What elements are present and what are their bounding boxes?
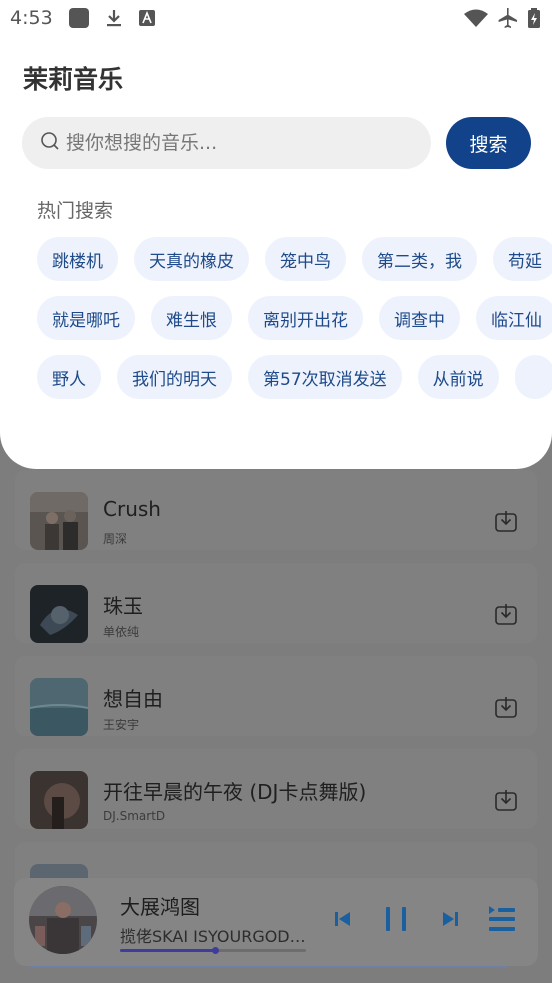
hot-search-chip[interactable]: 天真的橡皮 <box>134 237 249 281</box>
song-title: 开往早晨的午夜 (DJ卡点舞版) <box>103 780 367 804</box>
hot-search-chip[interactable]: 第57次取消发送 <box>248 355 402 399</box>
song-title: 珠玉 <box>103 594 143 618</box>
next-icon[interactable] <box>440 909 460 929</box>
notification-app-icon <box>68 7 90 29</box>
hot-search-chip[interactable]: 笼中鸟 <box>265 237 346 281</box>
hot-search-chip[interactable]: 调查中 <box>379 296 460 340</box>
hot-search-row-3: 野人 我们的明天 第57次取消发送 从前说 <box>37 355 552 399</box>
hot-search-chip[interactable]: 野人 <box>37 355 101 399</box>
pause-icon[interactable] <box>383 905 409 933</box>
download-icon[interactable] <box>495 603 517 625</box>
song-item[interactable]: Crush 周深 <box>15 470 537 550</box>
song-cover <box>30 678 88 736</box>
hot-search-chip[interactable]: 离别开出花 <box>248 296 363 340</box>
hot-search-chip[interactable]: 就是哪吒 <box>37 296 135 340</box>
progress-knob[interactable] <box>211 947 219 954</box>
song-cover <box>30 492 88 550</box>
hot-search-chip[interactable]: 苟延 <box>493 237 552 281</box>
search-input[interactable] <box>66 132 406 154</box>
font-app-icon <box>136 7 158 29</box>
song-artist: 周深 <box>103 532 128 546</box>
song-artist: 单依纯 <box>103 625 140 639</box>
song-cover <box>30 585 88 643</box>
hot-search-chip[interactable]: 我们的明天 <box>117 355 232 399</box>
hot-search-chip[interactable]: 难生恨 <box>151 296 232 340</box>
hot-search-row-2: 就是哪吒 难生恨 离别开出花 调查中 临江仙 <box>37 296 552 340</box>
status-bar: 4:53 <box>0 0 552 36</box>
battery-charging-icon <box>526 7 542 29</box>
search-box[interactable] <box>22 117 431 169</box>
download-icon[interactable] <box>495 789 517 811</box>
song-item[interactable]: 想自由 王安宇 <box>15 656 537 736</box>
download-icon <box>103 7 125 29</box>
playlist-icon[interactable] <box>487 903 517 935</box>
mini-player[interactable]: 大展鸿图 揽佬SKAI ISYOURGOD&... <box>14 878 538 966</box>
player-artist: 揽佬SKAI ISYOURGOD&... <box>120 927 310 946</box>
hot-search-chip[interactable]: 从前说 <box>417 355 499 399</box>
hot-search-chip[interactable]: 第二类，我 <box>362 237 477 281</box>
search-button[interactable]: 搜索 <box>446 117 531 169</box>
song-cover <box>30 771 88 829</box>
song-artist: 王安宇 <box>103 718 140 732</box>
player-title: 大展鸿图 <box>120 895 200 919</box>
airplane-mode-icon <box>496 7 518 29</box>
home-indicator <box>30 966 508 968</box>
search-icon <box>40 131 60 155</box>
progress-fill <box>120 949 215 952</box>
song-artist: DJ.SmartD <box>103 809 166 823</box>
previous-icon[interactable] <box>333 909 353 929</box>
song-item[interactable]: 珠玉 单依纯 <box>15 563 537 643</box>
wifi-icon <box>463 7 489 29</box>
app-title: 茉莉音乐 <box>23 65 124 94</box>
hot-search-label: 热门搜索 <box>37 200 114 222</box>
player-cover[interactable] <box>29 886 97 954</box>
progress-bar[interactable] <box>120 947 306 954</box>
hot-search-chip[interactable] <box>514 355 552 399</box>
download-icon[interactable] <box>495 696 517 718</box>
download-icon[interactable] <box>495 510 517 532</box>
hot-search-chip[interactable]: 临江仙 <box>476 296 552 340</box>
search-panel: 茉莉音乐 搜索 热门搜索 跳楼机 天真的橡皮 笼中鸟 第二类，我 苟延 就是哪吒… <box>0 0 552 469</box>
status-time: 4:53 <box>10 7 53 29</box>
hot-search-row-1: 跳楼机 天真的橡皮 笼中鸟 第二类，我 苟延 <box>37 237 552 281</box>
song-item[interactable]: 开往早晨的午夜 (DJ卡点舞版) DJ.SmartD <box>15 749 537 829</box>
song-title: 想自由 <box>103 687 163 711</box>
song-title: Crush <box>103 497 161 521</box>
hot-search-chip[interactable]: 跳楼机 <box>37 237 118 281</box>
